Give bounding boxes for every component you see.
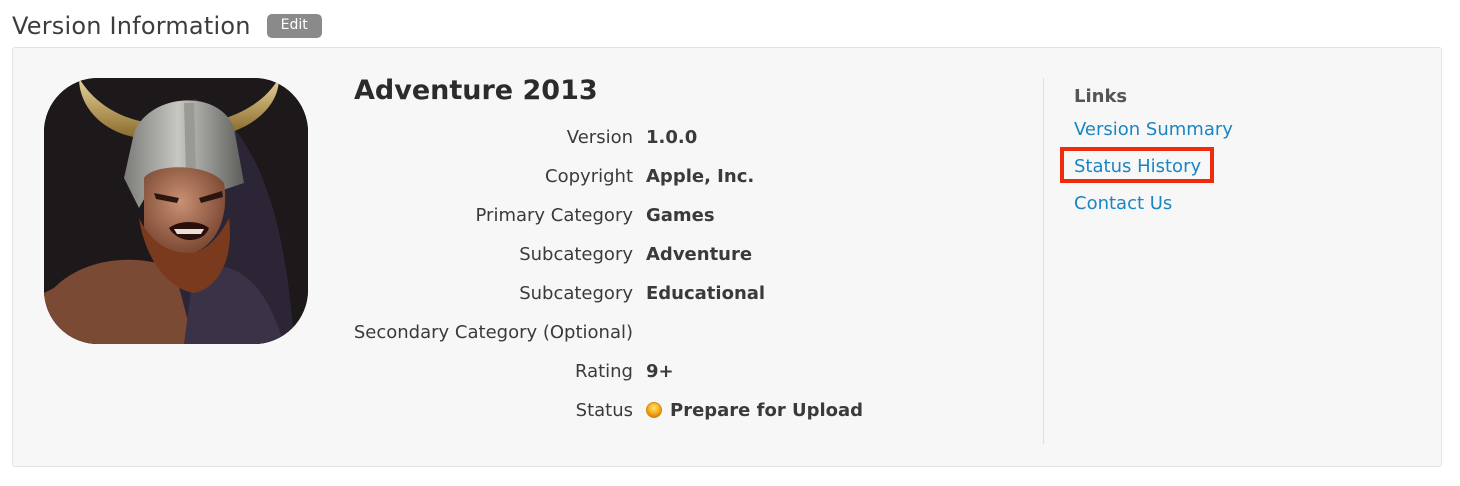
- detail-row-status: Status Prepare for Upload: [13, 400, 913, 424]
- detail-label: Subcategory: [519, 244, 633, 265]
- detail-label: Subcategory: [519, 283, 633, 304]
- detail-row-version: Version 1.0.0: [13, 127, 913, 151]
- status-value: Prepare for Upload: [646, 400, 863, 421]
- version-information-header: Version Information Edit: [12, 8, 322, 44]
- detail-row-rating: Rating 9+: [13, 361, 913, 385]
- version-info-panel: Adventure 2013 Version 1.0.0 Copyright A…: [12, 47, 1442, 467]
- detail-row-primary-category: Primary Category Games: [13, 205, 913, 229]
- detail-value: Educational: [646, 283, 766, 304]
- section-title: Version Information: [12, 12, 251, 40]
- detail-value: 1.0.0: [646, 127, 698, 148]
- contact-us-link[interactable]: Contact Us: [1074, 193, 1233, 230]
- detail-value: Games: [646, 205, 715, 226]
- edit-button[interactable]: Edit: [266, 14, 322, 38]
- links-title: Links: [1074, 86, 1128, 107]
- detail-row-subcategory-2: Subcategory Educational: [13, 283, 913, 307]
- detail-value: 9+: [646, 361, 674, 382]
- app-name: Adventure 2013: [354, 75, 598, 106]
- detail-row-subcategory-1: Subcategory Adventure: [13, 244, 913, 268]
- detail-value: Apple, Inc.: [646, 166, 755, 187]
- panel-divider: [1043, 78, 1044, 444]
- detail-label: Rating: [574, 361, 633, 382]
- status-text: Prepare for Upload: [670, 400, 864, 421]
- detail-label: Copyright: [545, 166, 633, 187]
- detail-label: Secondary Category (Optional): [353, 322, 633, 343]
- status-indicator-icon: [646, 402, 662, 418]
- detail-value: Adventure: [646, 244, 753, 265]
- detail-label: Version: [566, 127, 633, 148]
- detail-label: Primary Category: [475, 205, 634, 226]
- links-section: Links Version Summary Status History Con…: [1060, 86, 1233, 230]
- detail-label: Status: [575, 400, 633, 421]
- detail-row-secondary-category: Secondary Category (Optional): [13, 322, 913, 346]
- status-history-link[interactable]: Status History: [1060, 147, 1233, 193]
- detail-row-copyright: Copyright Apple, Inc.: [13, 166, 913, 190]
